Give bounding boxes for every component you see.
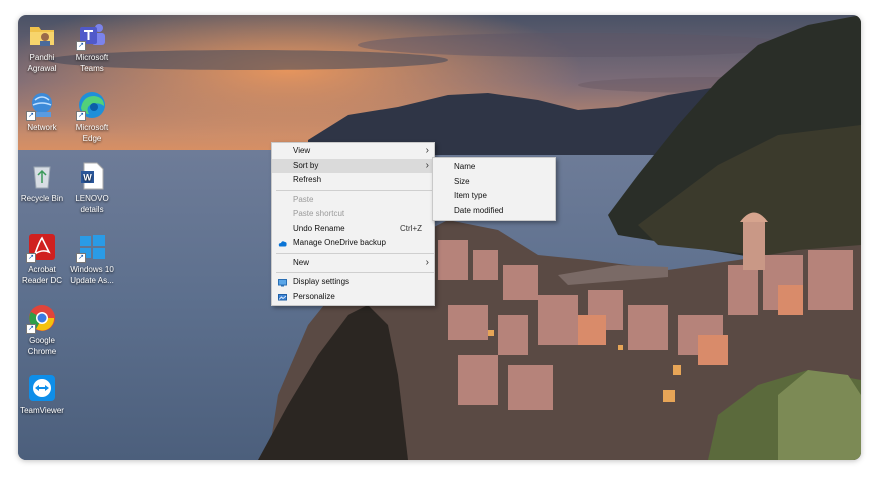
menu-item-label: Paste shortcut [293,209,345,218]
edge-icon: ↗ [76,90,107,121]
context-menu: View › Sort by › Refresh Paste Paste sho… [271,142,435,306]
submenu-item-name[interactable]: Name [433,160,555,175]
desktop-icon-label: Microsoft Edge [75,123,109,143]
windows-update-icon: ↗ [76,232,107,263]
menu-item-paste-shortcut: Paste shortcut [272,207,434,222]
desktop-icon-label: Acrobat Reader DC [21,265,62,285]
folder-icon [27,20,57,50]
menu-item-new[interactable]: New › [272,256,434,271]
sort-by-submenu: Name Size Item type Date modified [432,157,556,221]
desktop-icon-teamviewer[interactable]: TeamViewer [18,373,68,416]
shortcut-arrow-icon: ↗ [26,111,36,121]
menu-item-label: Refresh [293,175,322,184]
menu-item-label: Display settings [293,277,350,286]
chevron-right-icon: › [425,159,429,171]
desktop-icon-windows-update[interactable]: ↗ Windows 10 Update As... [66,232,118,286]
menu-item-label: Undo Rename [293,223,345,233]
desktop[interactable]: Pandhi Agrawal ↗ Network Recycle Bin ↗ A… [18,15,861,460]
menu-item-label: Item type [454,191,487,200]
desktop-icon-network[interactable]: ↗ Network [18,90,68,133]
chevron-right-icon: › [425,256,429,268]
menu-separator [276,272,434,273]
submenu-item-item-type[interactable]: Item type [433,189,555,204]
shortcut-arrow-icon: ↗ [76,253,86,263]
menu-item-label: View [293,146,311,155]
word-doc-icon: W [77,161,107,191]
desktop-icon-pandhi-agrawal[interactable]: Pandhi Agrawal [18,20,68,74]
menu-item-label: New [293,257,310,267]
menu-item-label: Personalize [293,291,335,301]
chevron-right-icon: › [425,145,429,156]
menu-item-refresh[interactable]: Refresh [272,173,434,188]
desktop-icon-label: TeamViewer [20,406,64,415]
menu-separator [276,252,434,254]
desktop-icon-label: Recycle Bin [20,194,64,203]
desktop-icon-chrome[interactable]: ↗ Google Chrome [18,303,68,357]
desktop-icon-label: LENOVO details [75,194,109,214]
menu-item-manage-onedrive[interactable]: Manage OneDrive backup [272,236,434,251]
menu-item-paste: Paste [272,193,434,208]
svg-text:W: W [83,173,92,183]
menu-item-display-settings[interactable]: Display settings [272,275,434,290]
desktop-icon-label: Network [27,123,57,132]
teamviewer-icon [27,373,57,403]
shortcut-text: Ctrl+Z [400,223,422,233]
shortcut-arrow-icon: ↗ [76,41,86,51]
menu-item-view[interactable]: View › [272,144,434,159]
menu-item-label: Paste [293,194,314,204]
menu-item-label: Date modified [454,205,504,215]
desktop-icon-edge[interactable]: ↗ Microsoft Edge [66,90,118,144]
chrome-icon: ↗ [26,303,57,334]
desktop-icon-teams[interactable]: ↗ Microsoft Teams [66,20,118,74]
desktop-icon-recycle-bin[interactable]: Recycle Bin [18,161,68,204]
recycle-bin-icon [27,161,57,191]
desktop-icon-label: Google Chrome [27,336,57,356]
teams-icon: ↗ [76,20,107,51]
shortcut-arrow-icon: ↗ [26,324,36,334]
display-settings-icon [278,278,287,287]
menu-item-sort-by[interactable]: Sort by › [272,158,434,173]
onedrive-icon [278,239,287,247]
desktop-icon-lenovo-details[interactable]: W LENOVO details [66,161,118,215]
menu-separator [276,189,434,191]
menu-item-label: Size [454,176,470,186]
menu-item-label: Manage OneDrive backup [293,238,386,247]
menu-item-label: Sort by [293,160,319,170]
desktop-icon-label: Pandhi Agrawal [27,53,57,73]
shortcut-arrow-icon: ↗ [76,111,86,121]
personalize-icon [278,293,287,301]
desktop-icon-label: Windows 10 Update As... [70,265,114,285]
acrobat-icon: ↗ [26,232,57,263]
wallpaper [18,15,861,460]
menu-item-label: Name [454,162,476,171]
desktop-icon-acrobat[interactable]: ↗ Acrobat Reader DC [18,232,68,286]
menu-item-personalize[interactable]: Personalize [272,290,434,305]
network-icon: ↗ [26,90,57,121]
menu-item-undo-rename[interactable]: Undo Rename Ctrl+Z [272,222,434,237]
shortcut-arrow-icon: ↗ [26,253,36,263]
submenu-item-date-modified[interactable]: Date modified [433,204,555,219]
submenu-item-size[interactable]: Size [433,175,555,190]
desktop-icon-label: Microsoft Teams [75,53,109,73]
